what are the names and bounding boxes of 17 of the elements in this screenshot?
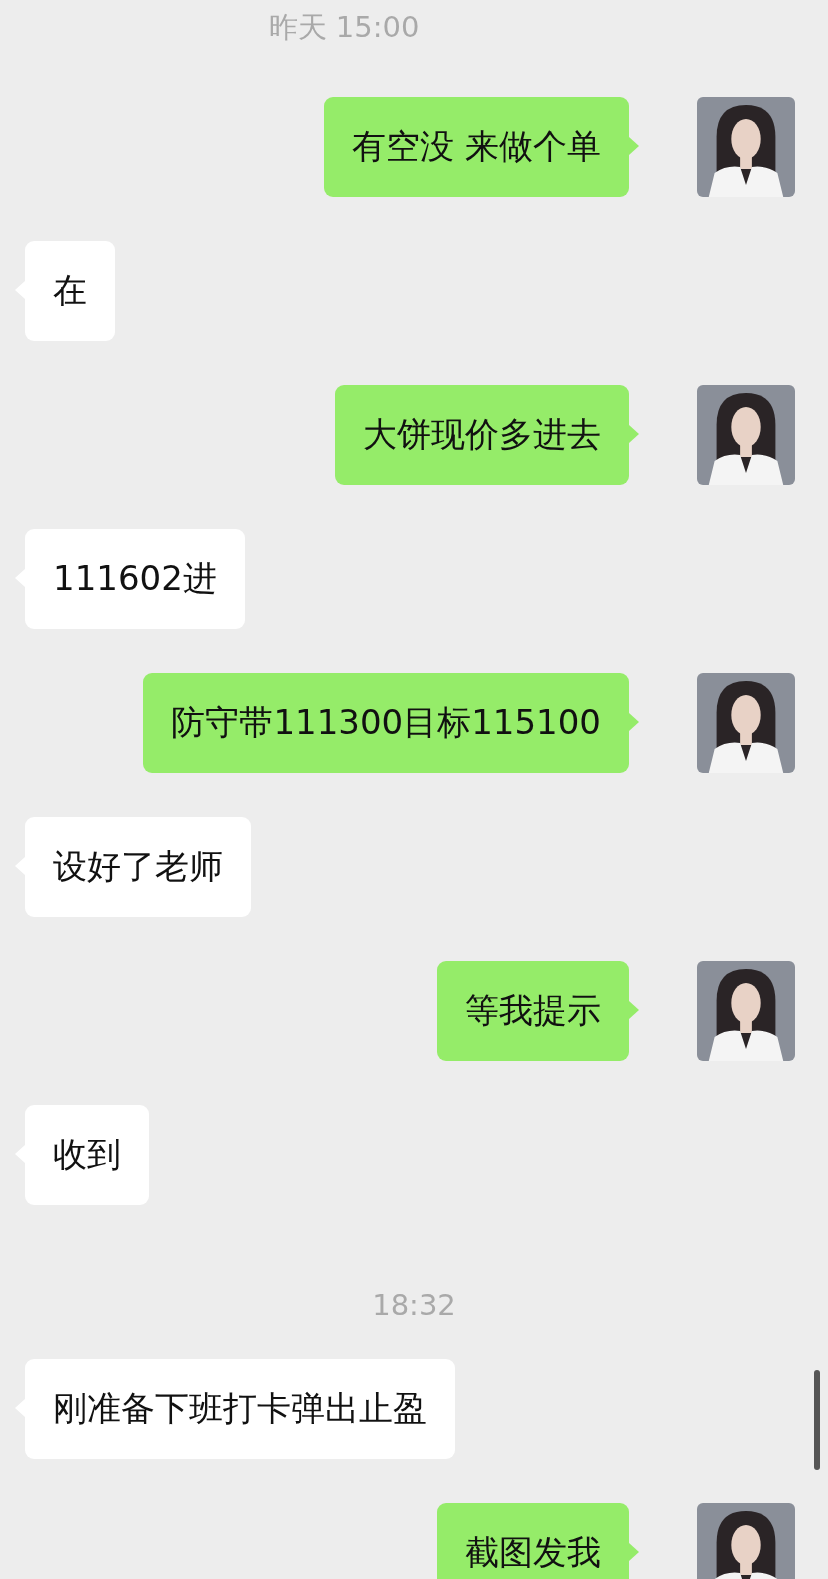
message-bubble: 大饼现价多进去 xyxy=(335,385,629,485)
bubble-tail-icon xyxy=(629,713,639,731)
bubble-tail-icon xyxy=(629,1001,639,1019)
message-bubble: 在 xyxy=(25,241,115,341)
message-bubble: 截图发我 xyxy=(437,1503,629,1579)
timestamp: 18:32 xyxy=(372,1288,456,1322)
message-bubble: 刚准备下班打卡弹出止盈 xyxy=(25,1359,455,1459)
message-bubble: 有空没 来做个单 xyxy=(324,97,629,197)
bubble-tail-icon xyxy=(629,425,639,443)
bubble-tail-icon xyxy=(629,137,639,155)
timestamp: 昨天 15:00 xyxy=(268,9,420,46)
bubble-tail-icon xyxy=(629,1543,639,1561)
message-bubble: 防守带111300目标115100 xyxy=(143,673,629,773)
message-bubble: 111602进 xyxy=(25,529,245,629)
message-bubble: 设好了老师 xyxy=(25,817,251,917)
message-bubble: 收到 xyxy=(25,1105,149,1205)
message-bubble: 等我提示 xyxy=(437,961,629,1061)
